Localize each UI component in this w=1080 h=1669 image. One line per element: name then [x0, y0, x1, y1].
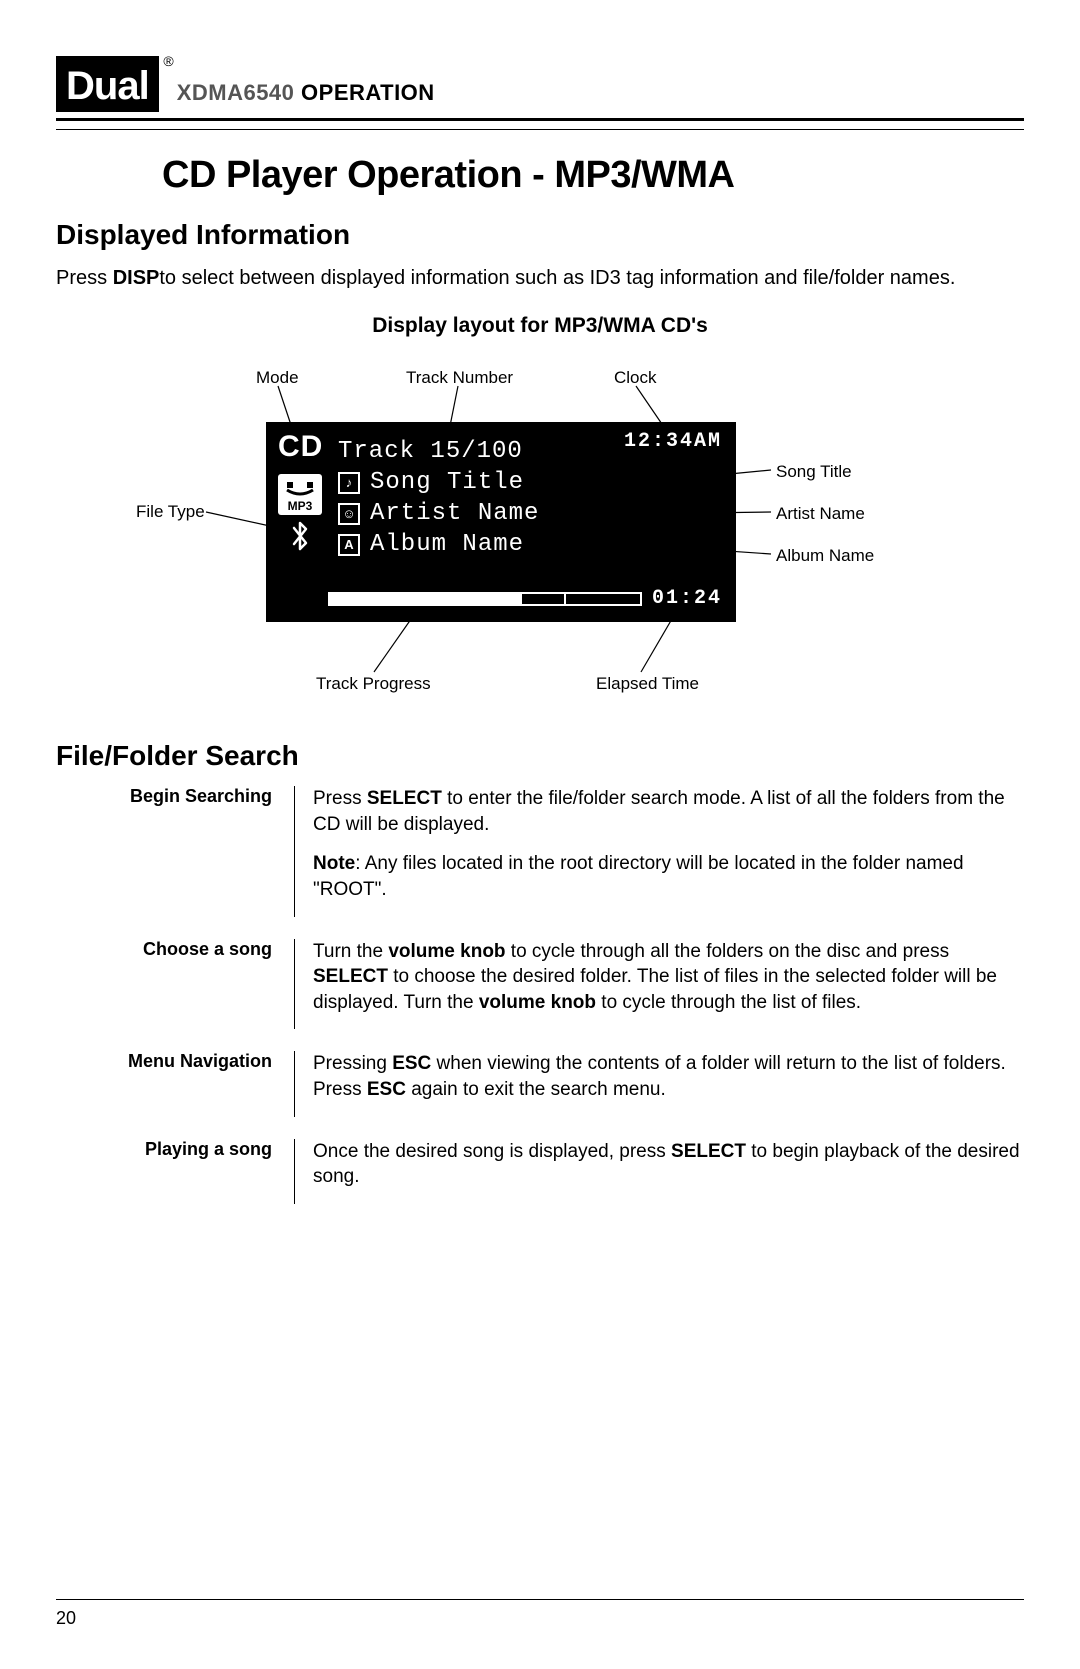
ffs-paragraph: Note: Any files located in the root dire…	[313, 851, 1024, 902]
lcd-artist-name: Artist Name	[370, 500, 539, 527]
lcd-artist-row: ☺ Artist Name	[338, 500, 724, 527]
mp3-label: MP3	[278, 498, 322, 515]
footer-divider	[56, 1599, 1024, 1600]
operation-word: OPERATION	[301, 80, 435, 105]
note-icon: ♪	[338, 472, 360, 494]
displayed-info-body: Press DISPto select between displayed in…	[56, 265, 1024, 292]
disp-button-ref: DISP	[113, 267, 160, 289]
album-icon: A	[338, 534, 360, 556]
bold-term: ESC	[367, 1079, 406, 1100]
page-footer: 20	[56, 1599, 1024, 1629]
bluetooth-icon	[288, 521, 312, 559]
artist-icon: ☺	[338, 503, 360, 525]
body-post: to select between displayed information …	[159, 267, 955, 289]
ffs-paragraph: Press SELECT to enter the file/folder se…	[313, 786, 1024, 837]
lcd-clock: 12:34AM	[624, 430, 722, 453]
ffs-body: Pressing ESC when viewing the contents o…	[313, 1051, 1024, 1116]
lcd-song-row: ♪ Song Title	[338, 469, 724, 496]
lcd-screen: 12:34AM CD Track 15/100 MP3	[266, 422, 736, 622]
ffs-paragraph: Pressing ESC when viewing the contents o…	[313, 1051, 1024, 1102]
body-pre: Press	[56, 267, 113, 289]
callout-mode: Mode	[256, 368, 299, 388]
lcd-song-title: Song Title	[370, 469, 524, 496]
bold-term: SELECT	[367, 788, 442, 809]
bold-term: volume knob	[388, 941, 505, 962]
ffs-label: Begin Searching	[56, 786, 276, 917]
header-divider	[56, 129, 1024, 130]
file-folder-search-grid: Begin Searching Press SELECT to enter the…	[56, 786, 1024, 1204]
mp3-file-type-icon: MP3	[278, 474, 322, 515]
model-code: XDMA6540	[177, 80, 295, 105]
progress-fill	[330, 594, 522, 604]
ffs-label: Playing a song	[56, 1139, 276, 1204]
model-line: XDMA6540 OPERATION	[177, 80, 435, 112]
callout-artist-name: Artist Name	[776, 504, 865, 524]
lcd-album-name: Album Name	[370, 531, 524, 558]
ffs-divider	[294, 939, 295, 1030]
brand-logo-text: Dual	[66, 64, 149, 108]
smiley-icon	[285, 480, 315, 496]
section-displayed-info-heading: Displayed Information	[56, 219, 1024, 251]
ffs-body: Turn the volume knob to cycle through al…	[313, 939, 1024, 1030]
lcd-left-icons: MP3	[278, 474, 322, 559]
callout-clock: Clock	[614, 368, 657, 388]
ffs-label: Menu Navigation	[56, 1051, 276, 1116]
brand-logo: Dual ®	[56, 56, 159, 112]
ffs-paragraph: Once the desired song is displayed, pres…	[313, 1139, 1024, 1190]
ffs-divider	[294, 1051, 295, 1116]
bold-term: SELECT	[671, 1141, 746, 1162]
ffs-divider	[294, 1139, 295, 1204]
bold-term: volume knob	[479, 992, 596, 1013]
ffs-body: Once the desired song is displayed, pres…	[313, 1139, 1024, 1204]
callout-song-title: Song Title	[776, 462, 852, 482]
ffs-paragraph: Turn the volume knob to cycle through al…	[313, 939, 1024, 1016]
display-diagram: Mode Track Number Clock File Type Song T…	[56, 352, 1024, 722]
display-layout-subheading: Display layout for MP3/WMA CD's	[56, 314, 1024, 338]
lcd-progress-row: 01:24	[328, 587, 722, 610]
bold-term: ESC	[392, 1053, 431, 1074]
progress-bar	[328, 592, 642, 606]
lcd-album-row: A Album Name	[338, 531, 724, 558]
callout-album-name: Album Name	[776, 546, 874, 566]
lcd-elapsed: 01:24	[652, 587, 722, 610]
page-title: CD Player Operation - MP3/WMA	[162, 154, 1024, 197]
progress-tick	[564, 592, 566, 606]
ffs-divider	[294, 786, 295, 917]
page-header: Dual ® XDMA6540 OPERATION	[56, 56, 1024, 121]
page-number: 20	[56, 1608, 1024, 1629]
mp3-badge-icon	[278, 474, 322, 498]
section-file-folder-heading: File/Folder Search	[56, 740, 1024, 772]
callout-track-number: Track Number	[406, 368, 513, 388]
callout-file-type: File Type	[136, 502, 205, 522]
ffs-body: Press SELECT to enter the file/folder se…	[313, 786, 1024, 917]
callout-track-progress: Track Progress	[316, 674, 431, 694]
bold-term: SELECT	[313, 966, 388, 987]
ffs-label: Choose a song	[56, 939, 276, 1030]
callout-elapsed-time: Elapsed Time	[596, 674, 699, 694]
registered-mark: ®	[163, 54, 172, 68]
bold-term: Note	[313, 853, 355, 874]
